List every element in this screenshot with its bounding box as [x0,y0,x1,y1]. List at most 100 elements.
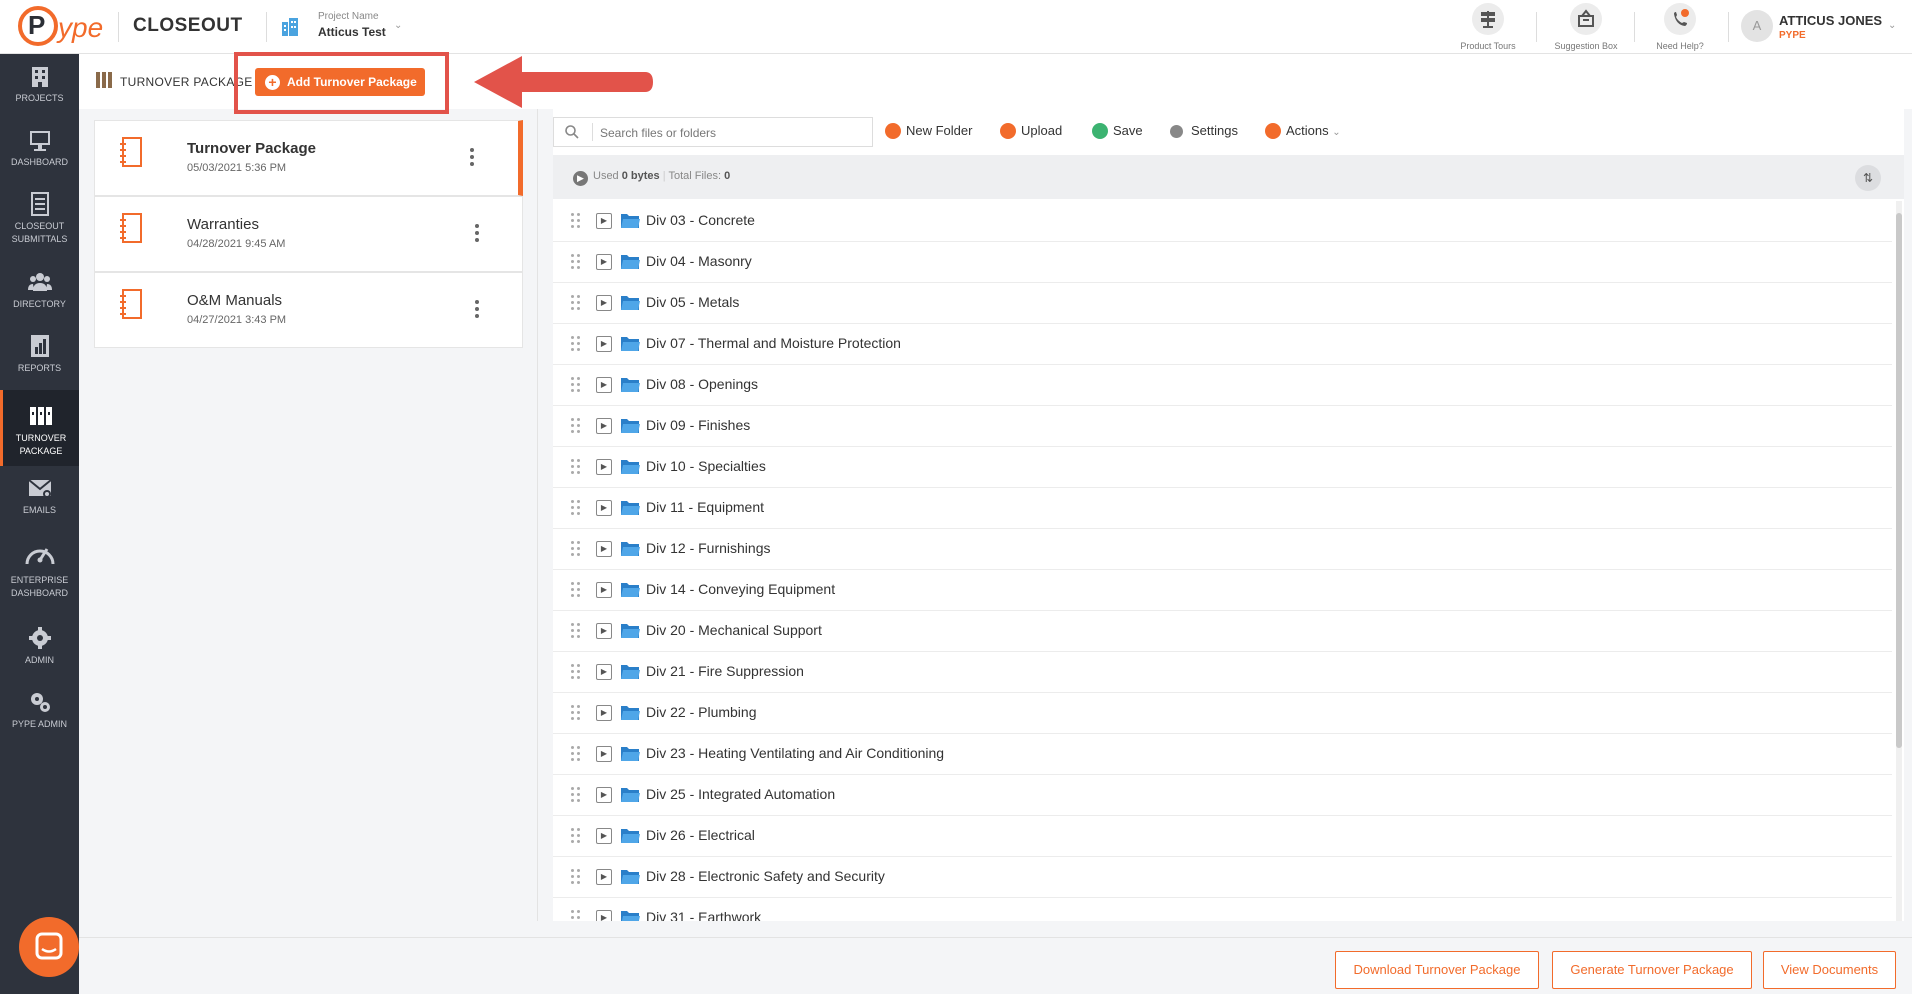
folder-name[interactable]: Div 25 - Integrated Automation [646,786,835,802]
folder-name[interactable]: Div 28 - Electronic Safety and Security [646,868,885,884]
expand-toggle-icon[interactable]: ▶ [596,664,612,680]
sidebar-item-dashboard[interactable]: DASHBOARD [0,128,79,184]
drag-handle-icon[interactable] [571,336,581,352]
user-name[interactable]: ATTICUS JONES [1779,13,1882,28]
new-folder-button[interactable]: New Folder [885,121,972,141]
folder-name[interactable]: Div 11 - Equipment [646,499,764,515]
folder-name[interactable]: Div 05 - Metals [646,294,739,310]
drag-handle-icon[interactable] [571,295,581,311]
folder-name[interactable]: Div 20 - Mechanical Support [646,622,822,638]
sidebar-item-projects[interactable]: PROJECTS [0,64,79,120]
save-button[interactable]: Save [1092,121,1143,141]
expand-toggle-icon[interactable]: ▶ [596,910,612,921]
table-row[interactable]: ▶ Div 25 - Integrated Automation [553,775,1892,816]
drag-handle-icon[interactable] [571,254,581,270]
folder-name[interactable]: Div 07 - Thermal and Moisture Protection [646,335,901,351]
expand-toggle-icon[interactable]: ▶ [596,377,612,393]
scrollbar[interactable] [1896,201,1902,921]
drag-handle-icon[interactable] [571,213,581,229]
search-input[interactable] [600,123,860,143]
folder-name[interactable]: Div 14 - Conveying Equipment [646,581,835,597]
drag-handle-icon[interactable] [571,828,581,844]
expand-toggle-icon[interactable]: ▶ [596,869,612,885]
table-row[interactable]: ▶ Div 12 - Furnishings [553,529,1892,570]
table-row[interactable]: ▶ Div 14 - Conveying Equipment [553,570,1892,611]
sidebar-item-enterprise-dashboard[interactable]: ENTERPRISE DASHBOARD [0,536,79,608]
drag-handle-icon[interactable] [571,910,581,921]
drag-handle-icon[interactable] [571,787,581,803]
drag-handle-icon[interactable] [571,664,581,680]
generate-turnover-package-button[interactable]: Generate Turnover Package [1552,951,1752,989]
chevron-down-icon[interactable]: ⌄ [394,20,402,31]
drag-handle-icon[interactable] [571,746,581,762]
expand-toggle-icon[interactable]: ▶ [596,254,612,270]
table-row[interactable]: ▶ Div 04 - Masonry [553,242,1892,283]
pype-logo[interactable]: P ype [18,6,108,48]
drag-handle-icon[interactable] [571,377,581,393]
list-item[interactable]: O&M Manuals 04/27/2021 3:43 PM [94,272,523,348]
chat-launcher-button[interactable] [19,917,79,977]
folder-name[interactable]: Div 03 - Concrete [646,212,755,228]
folder-name[interactable]: Div 21 - Fire Suppression [646,663,804,679]
table-row[interactable]: ▶ Div 26 - Electrical [553,816,1892,857]
drag-handle-icon[interactable] [571,705,581,721]
expand-toggle-icon[interactable]: ▶ [596,705,612,721]
more-vertical-icon[interactable] [475,224,481,245]
drag-handle-icon[interactable] [571,582,581,598]
settings-button[interactable]: Settings [1170,121,1238,141]
sidebar-item-reports[interactable]: REPORTS [0,334,79,390]
need-help-button[interactable]: Need Help? [1635,3,1725,51]
folder-name[interactable]: Div 26 - Electrical [646,827,755,843]
table-row[interactable]: ▶ Div 03 - Concrete [553,201,1892,242]
folder-name[interactable]: Div 22 - Plumbing [646,704,757,720]
more-vertical-icon[interactable] [470,148,476,169]
expand-toggle-icon[interactable]: ▶ [596,500,612,516]
sidebar-item-admin[interactable]: ADMIN [0,616,79,672]
sidebar-item-closeout-submittals[interactable]: CLOSEOUT SUBMITTALS [0,192,79,262]
expand-toggle-icon[interactable]: ▶ [596,828,612,844]
upload-button[interactable]: Upload [1000,121,1062,141]
chevron-right-icon[interactable]: ▶ [573,171,588,186]
expand-toggle-icon[interactable]: ▶ [596,459,612,475]
table-row[interactable]: ▶ Div 05 - Metals [553,283,1892,324]
list-item[interactable]: Turnover Package 05/03/2021 5:36 PM [94,120,523,196]
folder-name[interactable]: Div 12 - Furnishings [646,540,771,556]
more-vertical-icon[interactable] [475,300,481,321]
sort-icon[interactable]: ⇅ [1855,165,1881,191]
drag-handle-icon[interactable] [571,869,581,885]
view-documents-button[interactable]: View Documents [1763,951,1896,989]
expand-toggle-icon[interactable]: ▶ [596,295,612,311]
table-row[interactable]: ▶ Div 21 - Fire Suppression [553,652,1892,693]
drag-handle-icon[interactable] [571,623,581,639]
table-row[interactable]: ▶ Div 20 - Mechanical Support [553,611,1892,652]
drag-handle-icon[interactable] [571,500,581,516]
table-row[interactable]: ▶ Div 09 - Finishes [553,406,1892,447]
expand-toggle-icon[interactable]: ▶ [596,582,612,598]
sidebar-item-emails[interactable]: EMAILS [0,476,79,532]
expand-toggle-icon[interactable]: ▶ [596,541,612,557]
expand-toggle-icon[interactable]: ▶ [596,336,612,352]
chevron-down-icon[interactable]: ⌄ [1888,20,1896,31]
suggestion-box-button[interactable]: Suggestion Box [1541,3,1631,51]
table-row[interactable]: ▶ Div 31 - Earthwork [553,898,1892,921]
avatar[interactable]: A [1741,10,1773,42]
actions-dropdown[interactable]: Actions ⌄ [1265,121,1341,141]
folder-name[interactable]: Div 09 - Finishes [646,417,750,433]
table-row[interactable]: ▶ Div 08 - Openings [553,365,1892,406]
folder-name[interactable]: Div 23 - Heating Ventilating and Air Con… [646,745,944,761]
expand-toggle-icon[interactable]: ▶ [596,746,612,762]
scrollbar-thumb[interactable] [1896,213,1902,748]
sidebar-item-directory[interactable]: DIRECTORY [0,270,79,326]
download-turnover-package-button[interactable]: Download Turnover Package [1335,951,1539,989]
table-row[interactable]: ▶ Div 07 - Thermal and Moisture Protectio… [553,324,1892,365]
table-row[interactable]: ▶ Div 23 - Heating Ventilating and Air Co… [553,734,1892,775]
sidebar-item-turnover-package[interactable]: TURNOVER PACKAGE [0,390,79,466]
table-row[interactable]: ▶ Div 28 - Electronic Safety and Security [553,857,1892,898]
folder-name[interactable]: Div 04 - Masonry [646,253,752,269]
drag-handle-icon[interactable] [571,418,581,434]
table-row[interactable]: ▶ Div 11 - Equipment [553,488,1892,529]
product-tours-button[interactable]: Product Tours [1443,3,1533,51]
expand-toggle-icon[interactable]: ▶ [596,623,612,639]
drag-handle-icon[interactable] [571,541,581,557]
list-item[interactable]: Warranties 04/28/2021 9:45 AM [94,196,523,272]
